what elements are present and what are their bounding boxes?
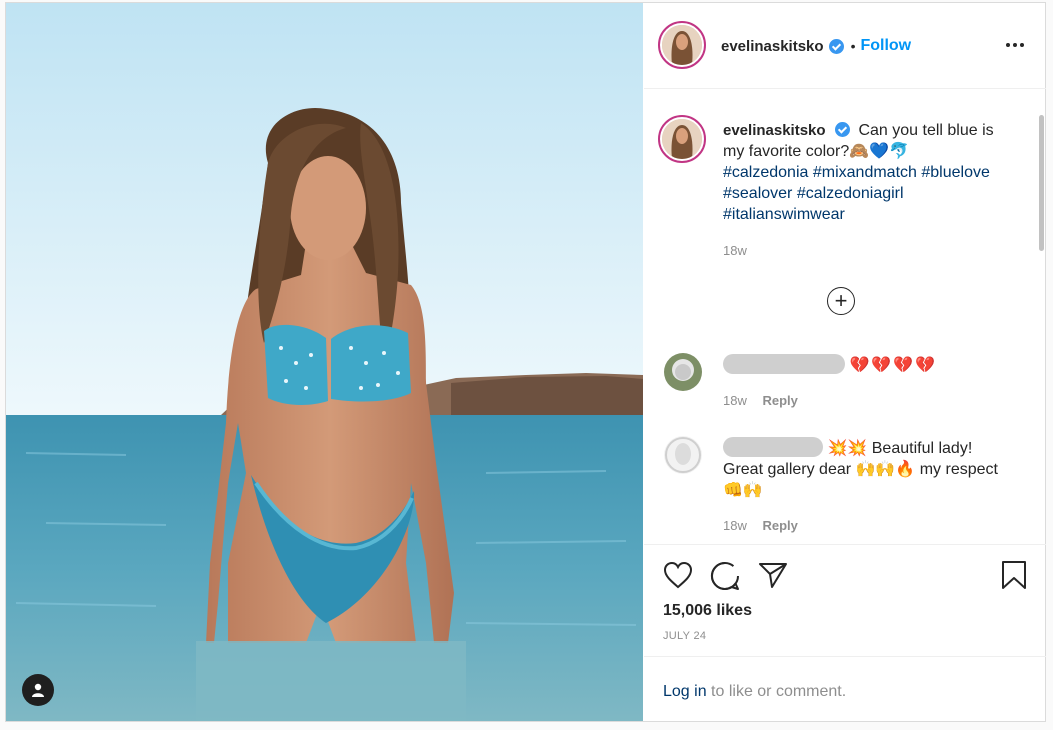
comment-avatar[interactable] (664, 436, 702, 474)
blurred-username[interactable] (723, 354, 845, 374)
blurred-username[interactable] (723, 437, 823, 457)
comment-emojis: 💥💥 (827, 440, 868, 457)
caption-username[interactable]: evelinaskitsko (723, 122, 826, 139)
save-button[interactable] (1000, 560, 1028, 595)
comment-meta: 18w Reply (723, 518, 798, 533)
comment-age: 18w (723, 518, 747, 533)
more-options-icon[interactable] (1006, 43, 1024, 47)
caption-avatar[interactable] (658, 115, 706, 163)
hashtag[interactable]: #calzedoniagirl (797, 185, 904, 202)
post-panel: evelinaskitsko • Follow evelinaskitsko C… (644, 3, 1046, 721)
comment-icon (710, 561, 739, 590)
hashtag[interactable]: #bluelove (921, 164, 990, 181)
comment-button[interactable] (710, 561, 740, 596)
like-button[interactable] (663, 561, 693, 594)
likes-count[interactable]: 15,006 likes (663, 602, 752, 620)
login-prompt: Log in to like or comment. (644, 656, 1046, 721)
comment-text: 💥💥 Beautiful lady! Great gallery dear 🙌🙌… (723, 437, 1013, 501)
bookmark-icon (1002, 561, 1026, 589)
avatar[interactable] (658, 21, 706, 69)
reply-button[interactable]: Reply (762, 518, 797, 533)
share-icon (759, 563, 787, 588)
user-tag-button[interactable] (22, 674, 54, 706)
comment-emojis: 💔💔💔💔 (849, 357, 938, 374)
action-bar: 15,006 likes JULY 24 (644, 544, 1046, 656)
heart-icon (663, 561, 693, 589)
instagram-post: evelinaskitsko • Follow evelinaskitsko C… (5, 2, 1046, 722)
comment-text: 💔💔💔💔 (723, 354, 1013, 376)
follow-button[interactable]: Follow (860, 37, 911, 55)
caption-age: 18w (723, 243, 747, 258)
login-link[interactable]: Log in (663, 683, 707, 700)
verified-badge-icon (828, 38, 844, 54)
comment-avatar[interactable] (664, 353, 702, 391)
login-text: to like or comment. (706, 683, 847, 700)
share-button[interactable] (758, 561, 788, 594)
post-date[interactable]: JULY 24 (663, 630, 706, 642)
comments-list[interactable]: evelinaskitsko Can you tell blue is my f… (644, 90, 1046, 544)
hashtag[interactable]: #calzedonia (723, 164, 808, 181)
post-photo[interactable] (6, 3, 643, 721)
load-more-icon[interactable]: + (827, 287, 855, 315)
reply-button[interactable]: Reply (762, 393, 797, 408)
username[interactable]: evelinaskitsko (721, 38, 824, 55)
hashtag[interactable]: #mixandmatch (813, 164, 917, 181)
separator: • (850, 38, 856, 54)
comment-meta: 18w Reply (723, 393, 798, 408)
verified-badge-icon (835, 122, 851, 137)
caption-text: evelinaskitsko Can you tell blue is my f… (723, 120, 1013, 225)
post-image (6, 3, 643, 721)
post-header: evelinaskitsko • Follow (644, 3, 1046, 89)
hashtag[interactable]: #sealover (723, 185, 792, 202)
scrollbar[interactable] (1039, 115, 1044, 251)
comment-age: 18w (723, 393, 747, 408)
hashtag[interactable]: #italianswimwear (723, 206, 845, 223)
user-tag-icon (32, 683, 44, 697)
